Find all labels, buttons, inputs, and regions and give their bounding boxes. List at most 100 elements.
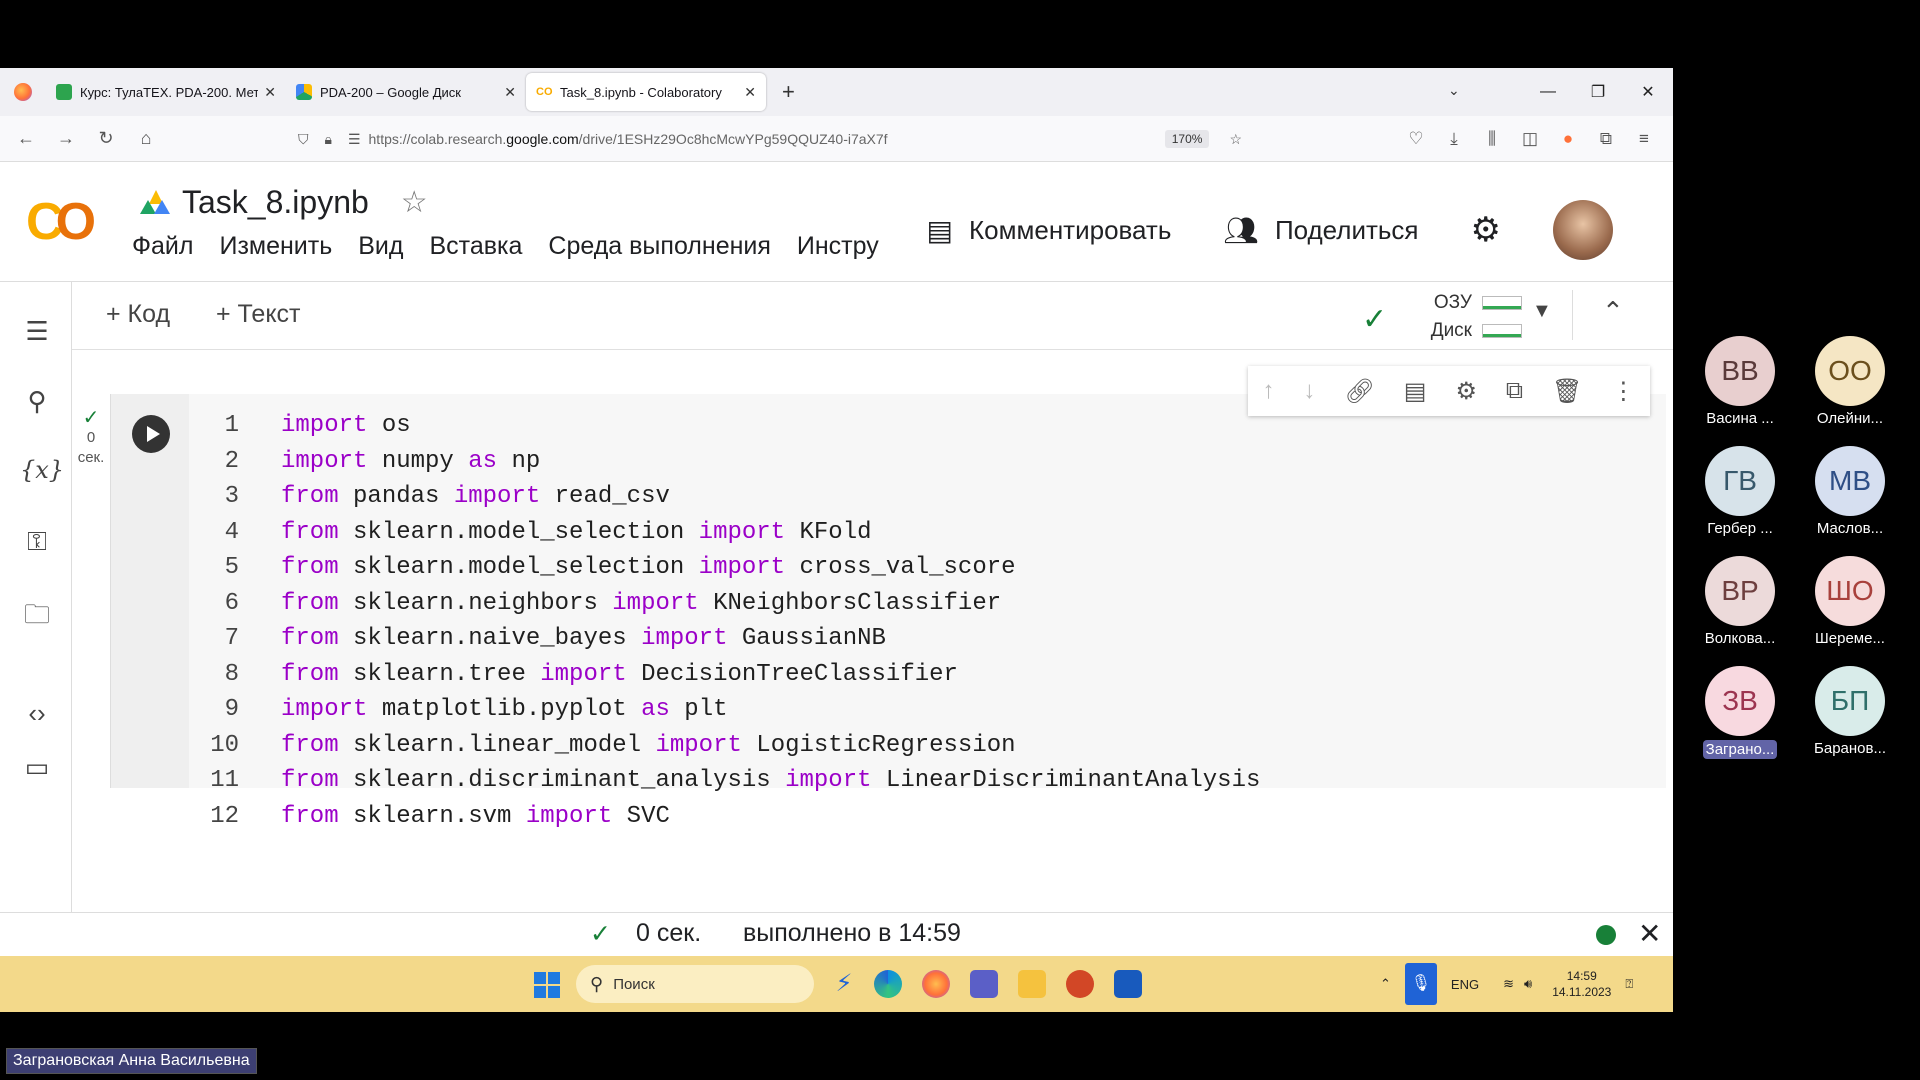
notifications-icon[interactable]: ⍰ — [1625, 976, 1633, 992]
terminal-icon[interactable]: ▭ — [20, 752, 54, 783]
pocket-icon[interactable]: ♡ — [1397, 129, 1435, 149]
windows-start-icon[interactable] — [534, 972, 560, 998]
code-snippets-icon[interactable]: ‹› — [20, 698, 54, 729]
tab-course[interactable]: Курс: ТулаТЕХ. PDA-200. Мето ✕ — [46, 73, 286, 111]
clock[interactable]: 14:59 14.11.2023 — [1552, 968, 1611, 1000]
comment-icon[interactable]: ▤ — [1404, 377, 1427, 406]
powerpoint-icon[interactable] — [1066, 970, 1094, 998]
copilot-icon[interactable]: ⚡︎ — [830, 970, 858, 998]
forward-icon[interactable]: → — [46, 128, 86, 149]
variables-icon[interactable]: {x} — [20, 456, 64, 484]
notebook-title[interactable]: Task_8.ipynb — [182, 184, 369, 221]
colab-logo[interactable]: CO — [26, 192, 96, 252]
menu-edit[interactable]: Изменить — [219, 232, 332, 261]
file-explorer-icon[interactable] — [1018, 970, 1046, 998]
sidebar-icon[interactable]: ◫ — [1511, 129, 1549, 149]
bookmark-star-icon[interactable]: ☆ — [1229, 131, 1242, 148]
code-line[interactable]: 1 import os — [191, 408, 1260, 444]
shield-icon[interactable]: ⛉ — [298, 131, 309, 148]
list-tabs-icon[interactable]: ⌄ — [1448, 82, 1460, 99]
participant-tile[interactable]: ОО Олейни... — [1800, 336, 1900, 427]
settings-button[interactable]: ⚙ — [1471, 210, 1501, 250]
close-tab-icon[interactable]: ✕ — [264, 84, 276, 101]
firefox-icon[interactable] — [922, 970, 950, 998]
close-tab-icon[interactable]: ✕ — [504, 84, 516, 101]
participant-tile[interactable]: ЗВ Заграно... — [1690, 666, 1790, 759]
code-line[interactable]: 12 from sklearn.svm import SVC — [191, 799, 1260, 835]
firefox-icon[interactable] — [14, 83, 32, 101]
participant-tile[interactable]: ВР Волкова... — [1690, 556, 1790, 647]
link-icon[interactable]: 🔗︎ — [1344, 377, 1374, 406]
move-down-icon[interactable]: ↓ — [1303, 377, 1315, 405]
minimize-icon[interactable]: — — [1523, 83, 1573, 101]
lock-icon[interactable]: 🔒︎ — [325, 131, 332, 148]
tray-expand-icon[interactable]: ⌃ — [1380, 976, 1391, 992]
code-line[interactable]: 3 from pandas import read_csv — [191, 479, 1260, 515]
table-of-contents-icon[interactable]: ☰ — [20, 316, 54, 347]
participant-tile[interactable]: ГВ Гербер ... — [1690, 446, 1790, 537]
gear-icon[interactable]: ⚙ — [1455, 377, 1477, 406]
collapse-header-icon[interactable]: ⌃ — [1602, 296, 1624, 327]
google-drive-icon[interactable] — [140, 189, 170, 216]
code-line[interactable]: 4 from sklearn.model_selection import KFo… — [191, 515, 1260, 551]
wifi-icon[interactable]: ≋ — [1503, 976, 1514, 992]
share-button[interactable]: 👥︎ Поделиться — [1223, 214, 1418, 247]
download-icon[interactable]: ⤓ — [1435, 129, 1473, 149]
participant-tile[interactable]: ВВ Васина ... — [1690, 336, 1790, 427]
restore-icon[interactable]: ❐ — [1573, 82, 1623, 102]
zoom-level[interactable]: 170% — [1164, 130, 1210, 148]
taskbar-search[interactable]: ⚲ Поиск — [576, 965, 814, 1003]
code-line[interactable]: 5 from sklearn.model_selection import cro… — [191, 550, 1260, 586]
language-indicator[interactable]: ENG — [1451, 977, 1479, 992]
close-icon[interactable]: ✕ — [1638, 917, 1661, 950]
move-up-icon[interactable]: ↑ — [1262, 377, 1274, 405]
teams-icon[interactable] — [970, 970, 998, 998]
code-cell[interactable]: 1 import os 2 import numpy as np 3 from panda… — [110, 394, 1666, 830]
edge-icon[interactable] — [874, 970, 902, 998]
permissions-icon[interactable]: ☰ — [348, 131, 361, 148]
add-text-button[interactable]: + Текст — [216, 300, 301, 329]
code-line[interactable]: 2 import numpy as np — [191, 444, 1260, 480]
key-icon[interactable]: ⚿ — [20, 526, 54, 558]
menu-icon[interactable]: ≡ — [1625, 129, 1663, 149]
menu-file[interactable]: Файл — [132, 232, 193, 261]
star-icon[interactable]: ☆ — [401, 185, 428, 220]
home-icon[interactable]: ⌂ — [126, 128, 166, 149]
word-icon[interactable] — [1114, 970, 1142, 998]
extensions-icon[interactable]: ⧉ — [1587, 129, 1625, 149]
back-icon[interactable]: ← — [6, 128, 46, 149]
close-tab-icon[interactable]: ✕ — [744, 84, 756, 101]
library-icon[interactable]: ⫼ — [1473, 129, 1511, 149]
menu-insert[interactable]: Вставка — [429, 232, 522, 261]
code-line[interactable]: 11 from sklearn.discriminant_analysis imp… — [191, 763, 1260, 799]
add-code-button[interactable]: + Код — [106, 300, 170, 329]
tab-drive[interactable]: PDA-200 – Google Диск ✕ — [286, 73, 526, 111]
menu-runtime[interactable]: Среда выполнения — [548, 232, 771, 261]
runtime-dropdown-icon[interactable]: ▼ — [1532, 300, 1552, 323]
code-editor[interactable]: 1 import os 2 import numpy as np 3 from panda… — [191, 408, 1260, 834]
search-icon[interactable]: ⚲ — [20, 386, 54, 417]
trash-icon[interactable]: 🗑︎ — [1552, 377, 1582, 406]
code-line[interactable]: 8 from sklearn.tree import DecisionTreeCl… — [191, 657, 1260, 693]
run-cell-button[interactable] — [132, 415, 170, 453]
new-tab-button[interactable]: + — [782, 79, 795, 105]
menu-view[interactable]: Вид — [358, 232, 403, 261]
code-line[interactable]: 9 import matplotlib.pyplot as plt — [191, 692, 1260, 728]
participant-tile[interactable]: БП Баранов... — [1800, 666, 1900, 757]
open-editor-icon[interactable]: ⧉ — [1506, 377, 1523, 405]
url-bar[interactable]: ⛉ 🔒︎ ☰ https://colab.research.google.com… — [290, 123, 1250, 155]
code-line[interactable]: 7 from sklearn.naive_bayes import Gaussia… — [191, 621, 1260, 657]
more-vert-icon[interactable]: ⋮ — [1611, 377, 1635, 406]
code-line[interactable]: 10 from sklearn.linear_model import Logis… — [191, 728, 1260, 764]
code-line[interactable]: 6 from sklearn.neighbors import KNeighbor… — [191, 586, 1260, 622]
volume-icon[interactable]: 🔊︎ — [1524, 976, 1532, 992]
comment-button[interactable]: ▤ Комментировать — [927, 214, 1172, 247]
avatar[interactable] — [1553, 200, 1613, 260]
participant-tile[interactable]: МВ Маслов... — [1800, 446, 1900, 537]
menu-tools[interactable]: Инстру — [797, 232, 879, 261]
close-window-icon[interactable]: ✕ — [1623, 82, 1673, 102]
microphone-icon[interactable]: 🎙︎ — [1404, 963, 1437, 1005]
folder-icon[interactable]: 🗀︎ — [20, 596, 54, 640]
reload-icon[interactable]: ↻ — [86, 128, 126, 149]
tab-colab[interactable]: CO Task_8.ipynb - Colaboratory ✕ — [526, 73, 766, 111]
